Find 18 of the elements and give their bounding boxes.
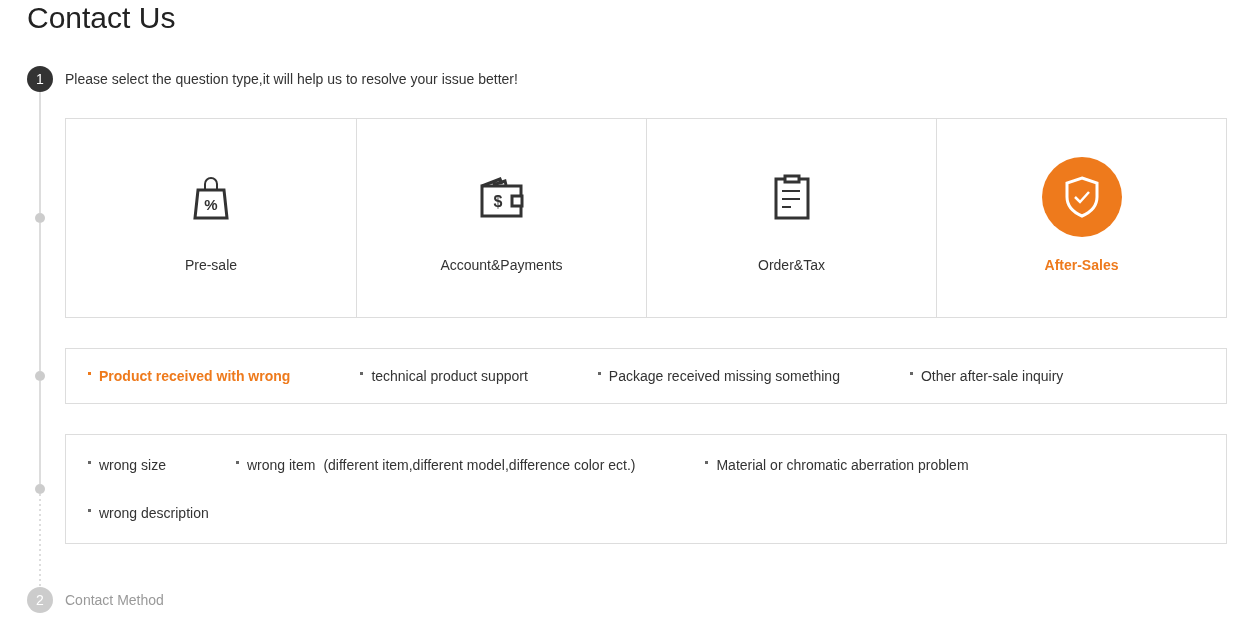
step-label: Contact Method — [65, 591, 164, 610]
timeline-dot — [35, 213, 45, 223]
issue-type-option[interactable]: technical product support — [358, 368, 528, 384]
issue-type-option[interactable]: Other after-sale inquiry — [907, 368, 1064, 384]
issue-detail-option[interactable]: wrong description — [86, 505, 209, 521]
category-option[interactable]: Order&Tax — [646, 119, 936, 317]
step-number: 1 — [27, 66, 53, 92]
issue-detail-option[interactable]: wrong size — [86, 457, 166, 473]
category-option[interactable]: $ Account&Payments — [356, 119, 646, 317]
issue-detail-option[interactable]: wrong item (different item,different model,difference color ect.) — [233, 457, 636, 473]
step-label: Please select the question type,it will help us to resolve your issue better! — [65, 70, 518, 89]
clipboard-icon — [772, 174, 811, 220]
page-title: Contact Us — [27, 0, 177, 36]
issue-detail-option[interactable]: Material or chromatic aberration problem — [703, 457, 969, 473]
timeline-dot — [35, 371, 45, 381]
category-option[interactable]: % Pre-sale — [66, 119, 356, 317]
issue-type-option[interactable]: Package received missing something — [595, 368, 840, 384]
timeline-dot — [35, 484, 45, 494]
